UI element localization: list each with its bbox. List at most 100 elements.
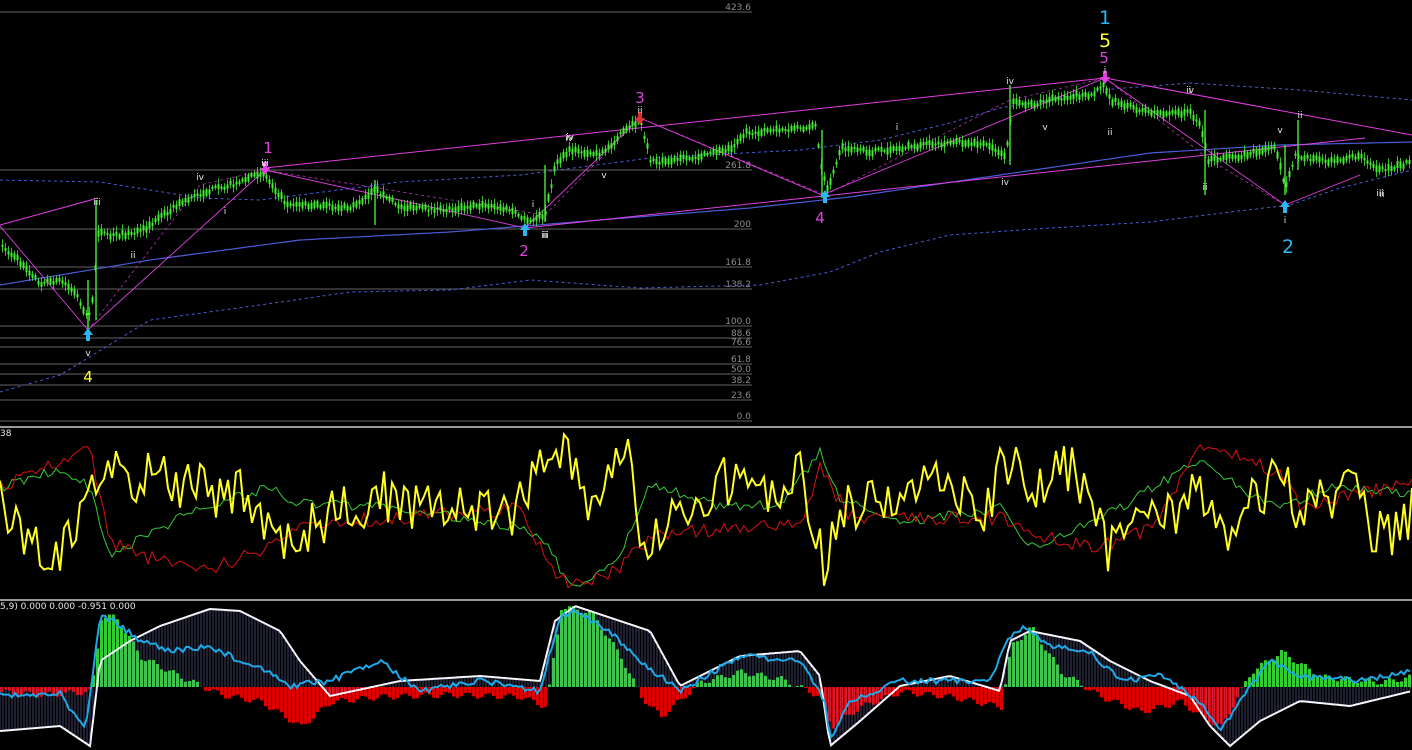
candle-body [343,203,346,209]
macd-histogram-bar [1332,679,1335,687]
candle-body [442,209,445,213]
macd-histogram-bar [268,687,271,710]
macd-histogram-bar [292,687,295,724]
candle-body [613,140,616,146]
macd-histogram-bar [624,667,627,687]
macd-histogram-bar [1124,687,1127,709]
macd-histogram-bar [1276,656,1279,687]
candle-body [391,197,394,202]
price-chart-pane[interactable]: 423.6 261.8 200 161.8 138.2 100.0 88.6 76.6 61.8… [0,0,1412,426]
macd-canvas [0,605,1411,748]
candle-body [1294,153,1297,156]
macd-histogram-bar [756,673,759,687]
macd-histogram-bar [672,687,675,705]
candle-body [469,204,472,211]
candle-body [568,146,571,152]
candle-body [85,313,88,316]
macd-histogram-bar [752,675,755,687]
candle-body [1198,120,1201,126]
candle-body [124,232,127,240]
macd-histogram-bar [1144,687,1147,714]
macd-histogram-bar [272,687,275,710]
candle-body [61,280,64,284]
candle-body [130,231,133,236]
candle-body [88,312,91,316]
candle-body [1051,94,1054,101]
candle-body [934,143,937,146]
candle-body [52,280,55,285]
candle-body [709,151,712,155]
candle-body [478,203,481,210]
candle-body [1270,145,1273,150]
candle-body [607,144,610,149]
candle-body [1231,154,1234,160]
macd-histogram-bar [368,687,371,700]
macd-histogram-bar [656,687,659,711]
macd-histogram-bar [548,684,551,687]
macd-histogram-bar [952,687,955,697]
candle-body [763,127,766,132]
wave-label-minor: i [896,123,899,133]
candle-body [355,201,358,208]
candle-body [844,147,847,152]
candle-body [1192,114,1195,121]
fib-level-label: 76.6 [731,338,751,348]
candle-body [166,211,169,216]
macd-histogram-bar [812,687,815,697]
candle-body [883,149,886,153]
candle-body [97,230,100,237]
candle-body [1144,107,1147,113]
candle-body [1177,108,1180,116]
candle-body [184,197,187,203]
candle-body [292,203,295,207]
macd-histogram-bar [1340,679,1343,687]
macd-histogram-bar [1228,687,1231,715]
channel-line [524,137,1366,229]
candle-body [832,169,835,174]
macd-histogram-bar [1044,650,1047,687]
candle-body [1048,96,1051,103]
oscillator-pane[interactable]: 38 [0,428,1412,599]
candle-body [727,144,730,152]
macd-histogram-bar [740,669,743,687]
macd-pane[interactable]: 5,9) 0.000 0.000 -0.951 0.000 [0,601,1412,750]
macd-histogram-bar [376,687,379,699]
candle-body [658,161,661,165]
candle-body [616,135,619,142]
candle-body [175,204,178,210]
candle-body [1069,95,1072,100]
candle-body [580,151,583,154]
macd-histogram-bar [884,687,887,696]
candle-body [271,183,274,189]
candle-body [424,204,427,210]
candle-body [916,144,919,151]
candle-body [997,149,1000,156]
candle-body [346,205,349,211]
macd-histogram-bar [44,687,47,693]
candle-body [109,233,112,240]
candle-body [1123,103,1126,110]
candle-body [217,184,220,190]
candle-body [685,155,688,161]
candle-body [778,128,781,133]
macd-histogram-bar [960,687,963,702]
candle-body [352,202,355,208]
candle-body [397,204,400,209]
macd-histogram-bar [484,687,487,695]
candle-body [31,274,34,278]
macd-histogram-bar [1096,687,1099,692]
candle-body [1003,152,1006,160]
macd-histogram-bar [652,687,655,707]
macd-histogram-bar [256,687,259,699]
macd-histogram-bar [284,687,287,719]
candle-body [874,147,877,152]
macd-histogram-bar [28,687,31,692]
candle-body [79,302,82,306]
macd-histogram-bar [864,687,867,703]
candle-body [1318,156,1321,163]
macd-histogram-bar [684,687,687,699]
candle-body [979,142,982,146]
macd-histogram-bar [320,687,323,708]
channel-line [0,197,99,226]
candle-body [1006,141,1009,146]
